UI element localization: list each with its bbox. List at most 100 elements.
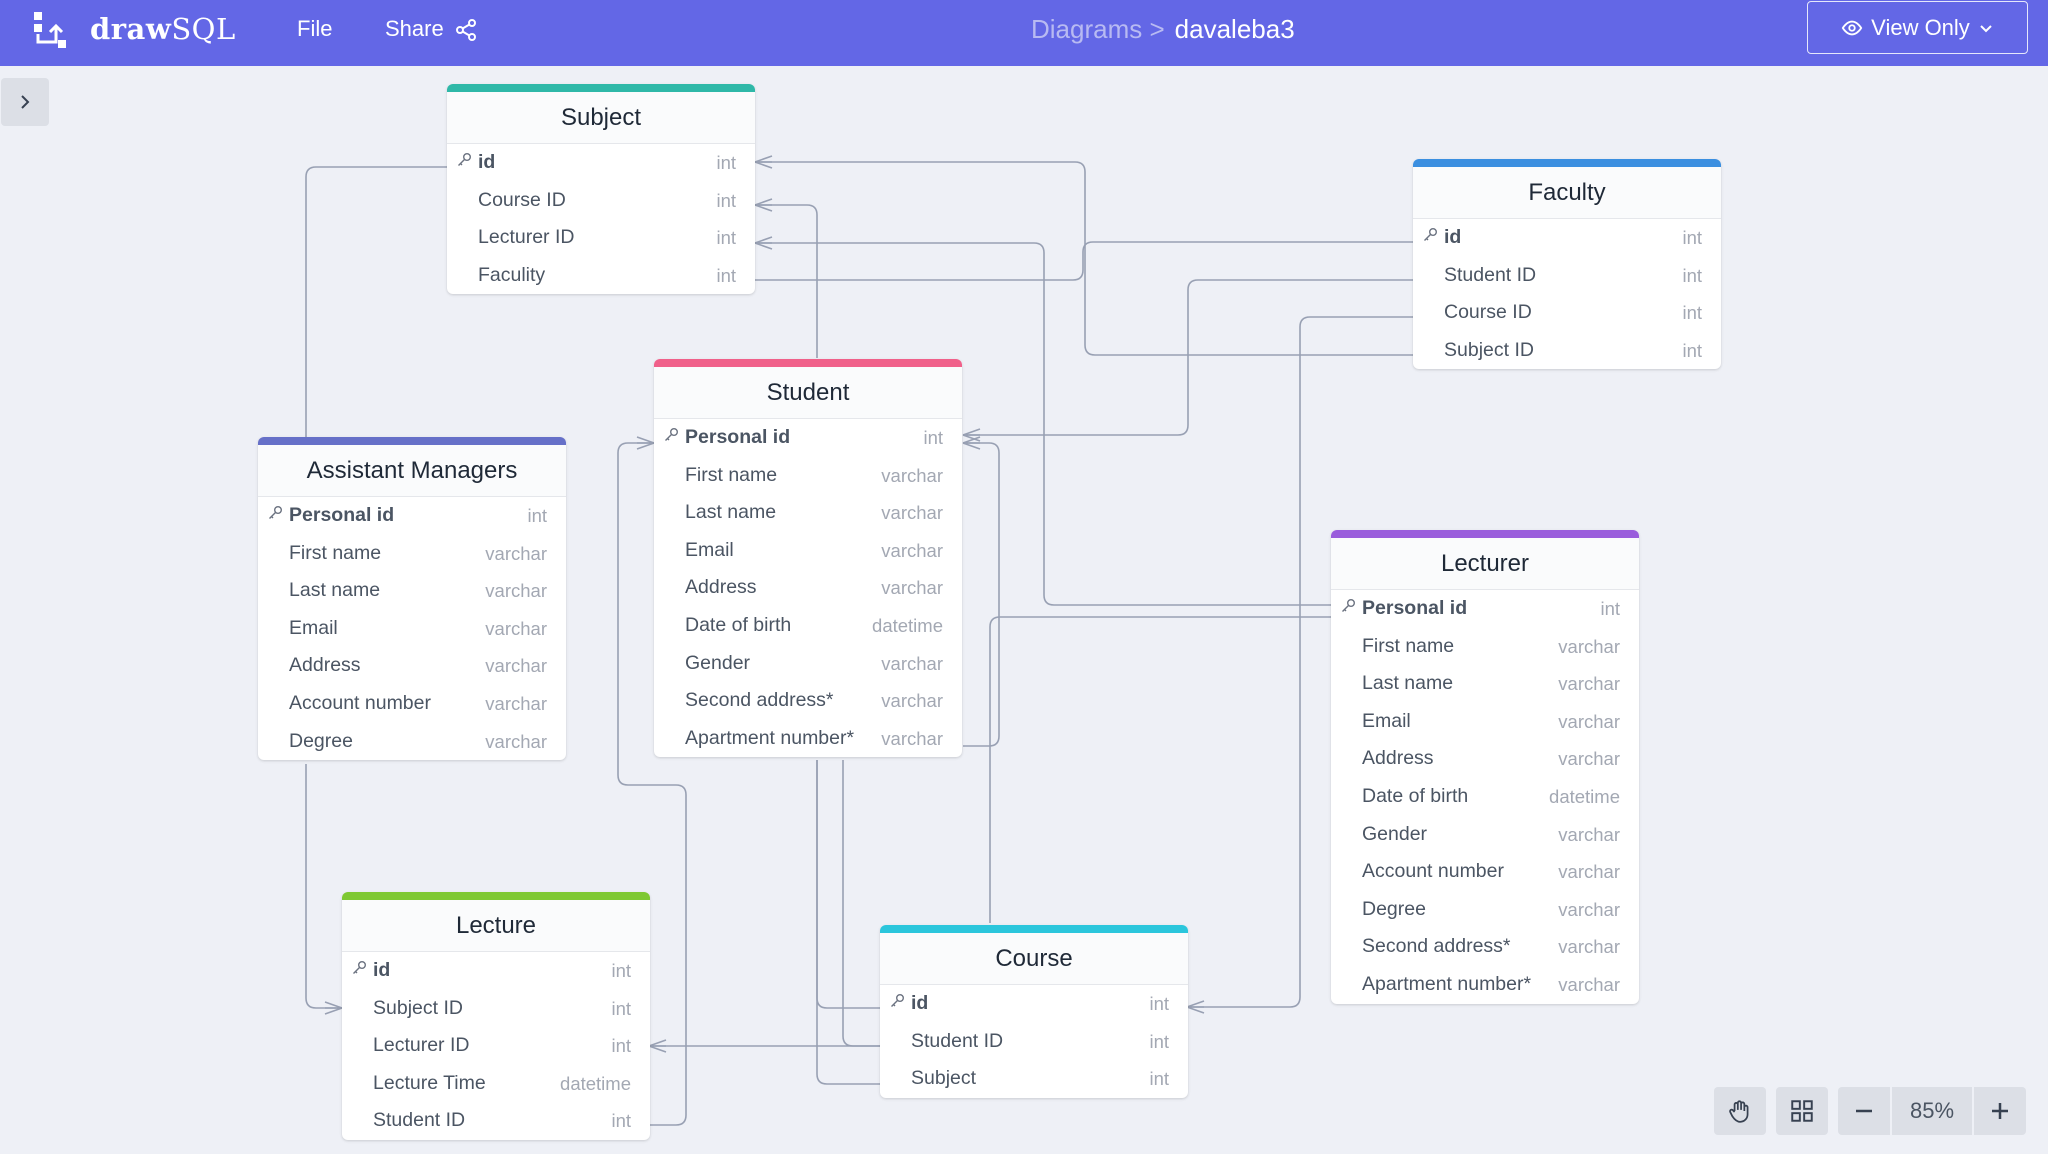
field-name: Address (685, 576, 757, 599)
field-type: int (1600, 598, 1620, 619)
table-faculty[interactable]: Faculty id int Student ID int Course ID int Sub… (1413, 159, 1721, 370)
field-type: varchar (881, 690, 943, 712)
table-row[interactable]: First name varchar (258, 535, 566, 573)
table-row[interactable]: Address varchar (258, 647, 566, 685)
table-row[interactable]: Account number varchar (258, 685, 566, 723)
table-row[interactable]: First name varchar (654, 457, 962, 495)
field-type: int (1682, 302, 1702, 324)
field-type: varchar (1558, 973, 1620, 995)
table-row[interactable]: Student ID int (1413, 257, 1721, 295)
table-row[interactable]: Faculity int (447, 257, 755, 295)
table-color-bar (1331, 530, 1639, 538)
field-name: id (373, 959, 391, 981)
table-row[interactable]: Gender varchar (1331, 816, 1639, 854)
table-row[interactable]: Last name varchar (1331, 665, 1639, 703)
table-row[interactable]: Last name varchar (654, 494, 962, 532)
primary-key-icon (889, 985, 907, 1023)
table-course[interactable]: Course id int Student ID int Subject int (880, 925, 1188, 1098)
table-row[interactable]: Degree varchar (1331, 891, 1639, 929)
fit-view-button[interactable] (1776, 1087, 1828, 1135)
field-name: Account number (289, 691, 431, 714)
table-row[interactable]: Email varchar (654, 532, 962, 570)
table-row[interactable]: Lecturer ID int (342, 1027, 650, 1065)
table-row[interactable]: Gender varchar (654, 645, 962, 683)
field-name: Email (289, 616, 338, 639)
zoom-out-button[interactable] (1838, 1087, 1890, 1135)
table-row[interactable]: Student ID int (342, 1102, 650, 1140)
field-name: First name (289, 541, 382, 564)
table-row[interactable]: id int (880, 985, 1188, 1023)
table-lecture[interactable]: Lecture id int Subject ID int Lecturer ID int L… (342, 892, 650, 1140)
table-row[interactable]: Apartment number* varchar (1331, 966, 1639, 1004)
table-row[interactable]: Course ID int (1413, 294, 1721, 332)
field-type: varchar (485, 617, 547, 639)
field-name: Apartment number* (685, 726, 855, 749)
table-row[interactable]: Personal id int (1331, 590, 1639, 628)
field-name: Last name (685, 501, 777, 524)
field-type: int (716, 152, 736, 173)
field-name: Student ID (373, 1109, 466, 1132)
field-name: Account number (1362, 860, 1504, 883)
table-row[interactable]: Subject int (880, 1060, 1188, 1098)
field-name: First name (685, 463, 778, 486)
minus-icon (1856, 1109, 1872, 1113)
field-type: varchar (1558, 936, 1620, 958)
table-row[interactable]: Address varchar (1331, 740, 1639, 778)
field-name: Personal id (685, 426, 791, 448)
table-row[interactable]: Apartment number* varchar (654, 720, 962, 758)
table-assistant-managers[interactable]: Assistant Managers Personal id int First na… (258, 437, 566, 761)
field-name: Subject (911, 1067, 977, 1090)
table-row[interactable]: Lecture Time datetime (342, 1065, 650, 1103)
table-row[interactable]: Date of birth datetime (1331, 778, 1639, 816)
table-color-bar (342, 892, 650, 900)
table-row[interactable]: Personal id int (654, 419, 962, 457)
field-name: Lecturer ID (478, 226, 575, 249)
table-row[interactable]: Degree varchar (258, 723, 566, 761)
table-row[interactable]: Second address* varchar (654, 682, 962, 720)
table-row[interactable]: Personal id int (258, 497, 566, 535)
primary-key-icon (663, 419, 681, 457)
field-name: Gender (685, 651, 751, 674)
field-type: varchar (881, 652, 943, 674)
pan-tool-button[interactable] (1714, 1087, 1766, 1135)
table-row[interactable]: Subject ID int (1413, 332, 1721, 370)
field-type: varchar (1558, 673, 1620, 695)
table-row[interactable]: Last name varchar (258, 572, 566, 610)
field-type: int (611, 1110, 631, 1132)
table-row[interactable]: Student ID int (880, 1023, 1188, 1061)
field-type: int (1682, 227, 1702, 248)
field-type: varchar (1558, 710, 1620, 732)
primary-key-icon (1422, 219, 1440, 257)
table-color-bar (258, 437, 566, 445)
field-type: varchar (485, 542, 547, 564)
field-name: id (911, 992, 929, 1014)
table-row[interactable]: id int (1413, 219, 1721, 257)
table-row[interactable]: Lecturer ID int (447, 219, 755, 257)
table-row[interactable]: id int (342, 952, 650, 990)
table-lecturer[interactable]: Lecturer Personal id int First name varchar L… (1331, 530, 1639, 1004)
table-color-bar (654, 359, 962, 367)
field-type: varchar (881, 502, 943, 524)
field-type: int (611, 960, 631, 981)
field-name: Degree (1362, 897, 1426, 920)
field-type: int (1149, 1068, 1169, 1090)
field-name: Personal id (289, 504, 395, 526)
table-student[interactable]: Student Personal id int First name varchar La… (654, 359, 962, 758)
field-type: int (527, 505, 547, 526)
table-row[interactable]: Course ID int (447, 182, 755, 220)
table-row[interactable]: Subject ID int (342, 990, 650, 1028)
table-row[interactable]: Address varchar (654, 569, 962, 607)
field-name: id (1444, 226, 1462, 248)
table-row[interactable]: Date of birth datetime (654, 607, 962, 645)
table-row[interactable]: id int (447, 144, 755, 182)
field-name: id (478, 151, 496, 173)
table-subject[interactable]: Subject id int Course ID int Lecturer ID int Fa… (447, 84, 755, 295)
table-row[interactable]: Account number varchar (1331, 853, 1639, 891)
field-type: int (716, 227, 736, 249)
table-row[interactable]: First name varchar (1331, 628, 1639, 666)
table-row[interactable]: Email varchar (258, 610, 566, 648)
table-row[interactable]: Second address* varchar (1331, 928, 1639, 966)
zoom-in-button[interactable] (1974, 1087, 2026, 1135)
field-name: Lecture Time (373, 1071, 486, 1094)
table-row[interactable]: Email varchar (1331, 703, 1639, 741)
